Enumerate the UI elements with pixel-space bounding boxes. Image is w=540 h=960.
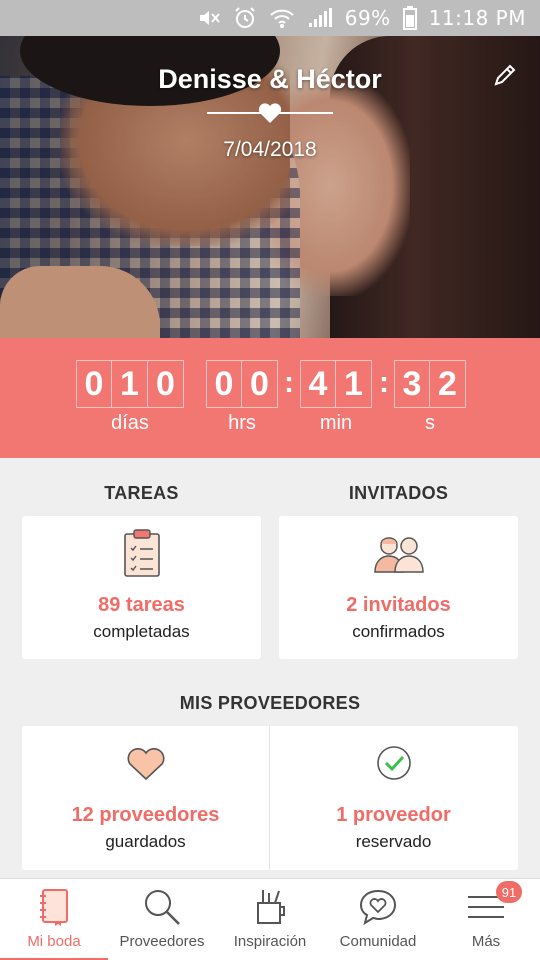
nav-label: Proveedores — [119, 933, 205, 950]
chat-heart-icon — [358, 887, 398, 927]
app-screen: 69% 11:18 PM Denisse & Héctor 7/04/2018 … — [0, 0, 540, 960]
nav-mas[interactable]: 91 Más — [432, 879, 540, 960]
clipboard-icon — [22, 528, 261, 578]
seconds-digit: 3 — [394, 360, 430, 408]
clock: 11:18 PM — [428, 6, 526, 30]
nav-label: Mi boda — [27, 933, 81, 950]
nav-mi-boda[interactable]: Mi boda — [0, 879, 108, 960]
guests-card[interactable]: 2 invitados confirmados — [279, 516, 518, 659]
seconds-digit: 2 — [430, 360, 466, 408]
hours-label: hrs — [228, 412, 256, 434]
countdown-minutes: 4 1 — [300, 360, 372, 408]
battery-icon — [402, 6, 417, 30]
nav-proveedores[interactable]: Proveedores — [108, 879, 216, 960]
heart-icon — [258, 102, 282, 124]
seconds-label: s — [425, 412, 435, 434]
signal-icon — [307, 7, 333, 29]
minutes-label: min — [319, 412, 353, 434]
couple-photo: Denisse & Héctor 7/04/2018 — [0, 36, 540, 338]
wedding-date: 7/04/2018 — [223, 138, 317, 161]
wifi-icon — [269, 7, 295, 29]
status-bar: 69% 11:18 PM — [0, 0, 540, 36]
guests-count: 2 invitados — [346, 594, 451, 616]
guests-title: INVITADOS — [348, 483, 449, 503]
vendors-title: MIS PROVEEDORES — [179, 693, 361, 713]
nav-inspiracion[interactable]: Inspiración — [216, 879, 324, 960]
booked-vendors[interactable]: 1 proveedor reservado — [270, 726, 517, 870]
tasks-sub: completadas — [93, 622, 190, 641]
battery-percent: 69% — [344, 6, 391, 30]
edit-button[interactable] — [490, 62, 520, 92]
tasks-title: TAREAS — [104, 483, 179, 503]
hours-digit: 0 — [206, 360, 242, 408]
minutes-digit: 1 — [336, 360, 372, 408]
tasks-card[interactable]: 89 tareas completadas — [22, 516, 261, 659]
mute-icon — [197, 7, 221, 29]
separator: : — [284, 366, 294, 399]
minutes-digit: 4 — [300, 360, 336, 408]
booked-count: 1 proveedor — [336, 804, 451, 826]
saved-count: 12 proveedores — [71, 804, 220, 826]
heart-icon — [22, 746, 269, 782]
days-label: días — [111, 412, 149, 434]
alarm-icon — [233, 6, 257, 30]
booked-sub: reservado — [355, 832, 432, 851]
guests-icon — [279, 532, 518, 574]
notification-badge: 91 — [496, 881, 522, 903]
pencil-cup-icon — [252, 887, 288, 927]
nav-label: Más — [471, 933, 501, 950]
saved-sub: guardados — [105, 832, 186, 851]
nav-label: Inspiración — [233, 933, 307, 950]
guests-sub: confirmados — [352, 622, 445, 641]
nav-label: Comunidad — [339, 933, 417, 950]
bottom-nav: Mi boda Proveedores Inspiración Comunida… — [0, 878, 540, 960]
check-circle-icon — [270, 744, 517, 782]
countdown-days: 0 1 0 — [76, 360, 184, 408]
days-digit: 0 — [76, 360, 112, 408]
pencil-icon — [492, 62, 518, 93]
saved-vendors[interactable]: 12 proveedores guardados — [22, 726, 269, 870]
countdown-hours: 0 0 — [206, 360, 278, 408]
separator: : — [379, 366, 389, 399]
days-digit: 1 — [112, 360, 148, 408]
vendors-card: 12 proveedores guardados 1 proveedor res… — [22, 726, 518, 870]
nav-comunidad[interactable]: Comunidad — [324, 879, 432, 960]
couple-names: Denisse & Héctor — [158, 64, 382, 94]
hours-digit: 0 — [242, 360, 278, 408]
notebook-icon — [37, 887, 71, 927]
countdown-panel: 0 1 0 0 0 : 4 1 : 3 2 días hrs min s — [0, 338, 540, 458]
countdown-seconds: 3 2 — [394, 360, 466, 408]
tasks-count: 89 tareas — [98, 594, 185, 616]
days-digit: 0 — [148, 360, 184, 408]
search-icon — [142, 887, 182, 927]
